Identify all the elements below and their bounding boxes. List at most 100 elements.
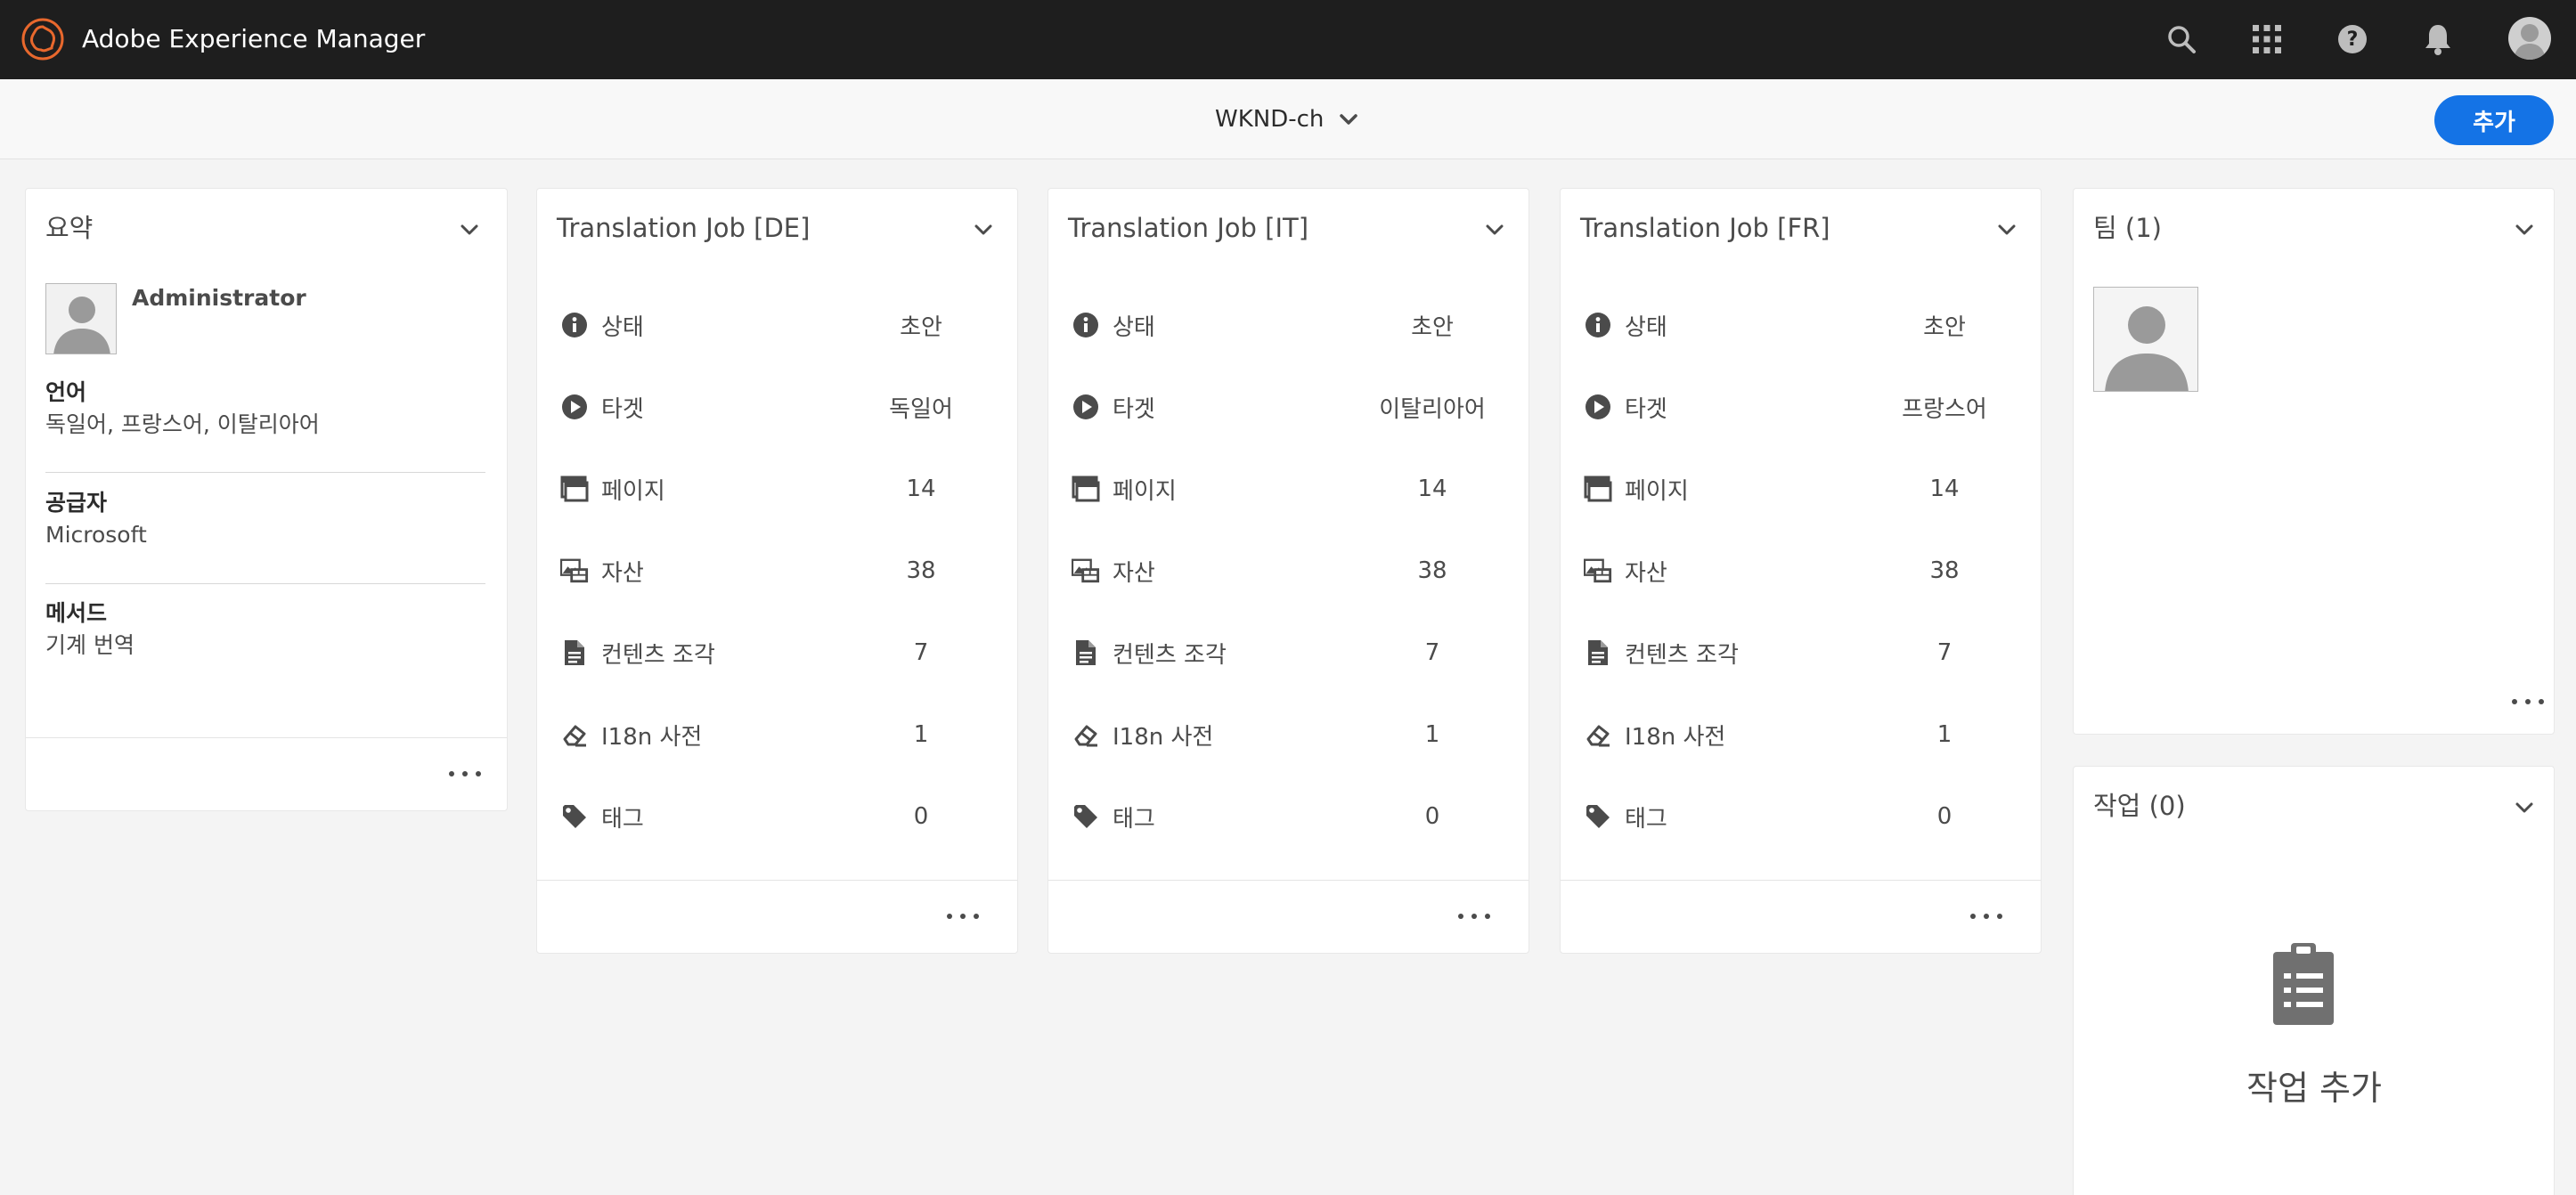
user-avatar[interactable] [2508,17,2551,60]
job-row-tags: 태그 0 [1584,799,2036,834]
info-icon [1586,313,1610,337]
job-row-pages: 페이지 14 [1584,471,2036,507]
job-row-value: 14 [906,476,936,502]
job-row-assets: 자산 38 [1584,553,2036,589]
more-actions-icon[interactable] [947,907,979,925]
user-avatar [45,283,117,354]
tasks-card: 작업 (0) 작업 추가 [2073,766,2555,1195]
job-row-label: I18n 사전 [601,723,703,751]
search-icon[interactable] [2162,20,2201,59]
translation-job-card: Translation Job [IT] 상태 초안 타겟 이탈리아어 페이지 14 자산 38… [1048,188,1529,954]
job-row-fragments: 컨텐츠 조각 7 [1584,635,2036,671]
chevron-down-icon[interactable] [973,219,994,240]
job-row-label: 태그 [601,805,644,833]
svg-text:?: ? [2347,28,2359,51]
card-footer [1561,880,2041,953]
pages-icon [560,476,589,502]
job-row-value: 이탈리아어 [1379,395,1486,423]
tag-icon [1074,805,1097,828]
job-row-i18n: I18n 사전 1 [1584,717,2036,752]
job-row-label: 페이지 [601,477,665,505]
job-row-assets: 자산 38 [560,553,1013,589]
summary-method: 메서드 기계 번역 [45,598,485,662]
info-icon [562,313,587,337]
job-row-label: 자산 [1625,559,1667,587]
job-row-pages: 페이지 14 [1072,471,1524,507]
pages-icon [1584,476,1612,502]
job-row-assets: 자산 38 [1072,553,1524,589]
job-card-title[interactable]: Translation Job [IT] [1068,210,1308,246]
job-row-label: 태그 [1113,805,1155,833]
summary-value: 기계 번역 [45,632,135,658]
chevron-down-icon[interactable] [2514,219,2535,240]
job-row-value: 독일어 [889,395,953,423]
job-row-value: 프랑스어 [1902,395,1987,423]
summary-card: 요약 Administrator 언어 독일어, 프랑스어, 이탈리아어 공급자… [25,188,508,811]
dictionary-eraser-icon [563,725,586,747]
apps-grid-icon[interactable] [2247,20,2287,59]
job-row-value: 14 [1417,476,1447,502]
job-row-label: 태그 [1625,805,1667,833]
app-title[interactable]: Adobe Experience Manager [82,23,425,55]
job-row-pages: 페이지 14 [560,471,1013,507]
job-row-label: 상태 [1625,313,1667,341]
more-actions-icon[interactable] [1970,907,2002,925]
summary-label: 공급자 [45,490,108,516]
play-icon [1586,394,1610,419]
job-row-value: 7 [913,639,929,666]
job-row-label: 자산 [601,559,644,587]
job-row-label: 컨텐츠 조각 [601,641,715,669]
add-task-link[interactable]: 작업 추가 [2074,1061,2555,1110]
chevron-down-icon[interactable] [1996,219,2018,240]
add-button[interactable]: 추가 [2434,95,2554,145]
chevron-down-icon[interactable] [2514,797,2535,818]
content-fragment-icon [565,640,584,665]
chevron-down-icon[interactable] [1484,219,1505,240]
content-fragment-icon [1588,640,1608,665]
card-footer [537,880,1017,953]
more-actions-icon[interactable] [449,765,481,783]
job-row-status: 상태 초안 [1584,307,2036,343]
job-row-tags: 태그 0 [1072,799,1524,834]
job-row-value: 초안 [900,313,942,341]
assets-icon [560,558,589,583]
job-row-label: 컨텐츠 조각 [1625,641,1739,669]
job-card-title[interactable]: Translation Job [DE] [557,210,810,246]
play-icon [562,394,587,419]
more-actions-icon[interactable] [1458,907,1490,925]
job-row-i18n: I18n 사전 1 [1072,717,1524,752]
summary-label: 언어 [45,379,87,405]
job-row-value: 14 [1929,476,1960,502]
summary-languages: 언어 독일어, 프랑스어, 이탈리아어 [45,377,485,441]
job-row-label: I18n 사전 [1113,723,1214,751]
notifications-bell-icon[interactable] [2418,20,2458,59]
job-row-value: 38 [1929,557,1960,584]
divider [45,583,485,584]
project-name: WKND-ch [1215,106,1325,133]
job-row-label: 페이지 [1113,477,1177,505]
tag-icon [1586,805,1610,828]
assets-icon [1584,558,1612,583]
job-row-value: 7 [1936,639,1952,666]
help-icon[interactable]: ? [2333,20,2372,59]
chevron-down-icon [1340,114,1358,125]
content-fragment-icon [1076,640,1096,665]
card-footer [26,737,507,810]
job-card-title[interactable]: Translation Job [FR] [1580,210,1830,246]
clipboard-icon[interactable] [2271,941,2336,1027]
job-row-fragments: 컨텐츠 조각 7 [1072,635,1524,671]
job-row-label: 컨텐츠 조각 [1113,641,1227,669]
job-row-value: 38 [906,557,936,584]
more-actions-icon[interactable] [2512,693,2544,711]
job-row-i18n: I18n 사전 1 [560,717,1013,752]
job-row-value: 0 [913,803,929,830]
job-row-tags: 태그 0 [560,799,1013,834]
project-switcher[interactable]: WKND-ch [1215,101,1358,138]
summary-provider: 공급자 Microsoft [45,487,485,551]
chevron-down-icon[interactable] [459,219,480,240]
team-member-avatar[interactable] [2093,287,2198,392]
team-card: 팀 (1) [2073,188,2555,735]
job-row-status: 상태 초안 [560,307,1013,343]
job-row-label: 페이지 [1625,477,1689,505]
aem-logo-icon[interactable] [21,18,64,61]
